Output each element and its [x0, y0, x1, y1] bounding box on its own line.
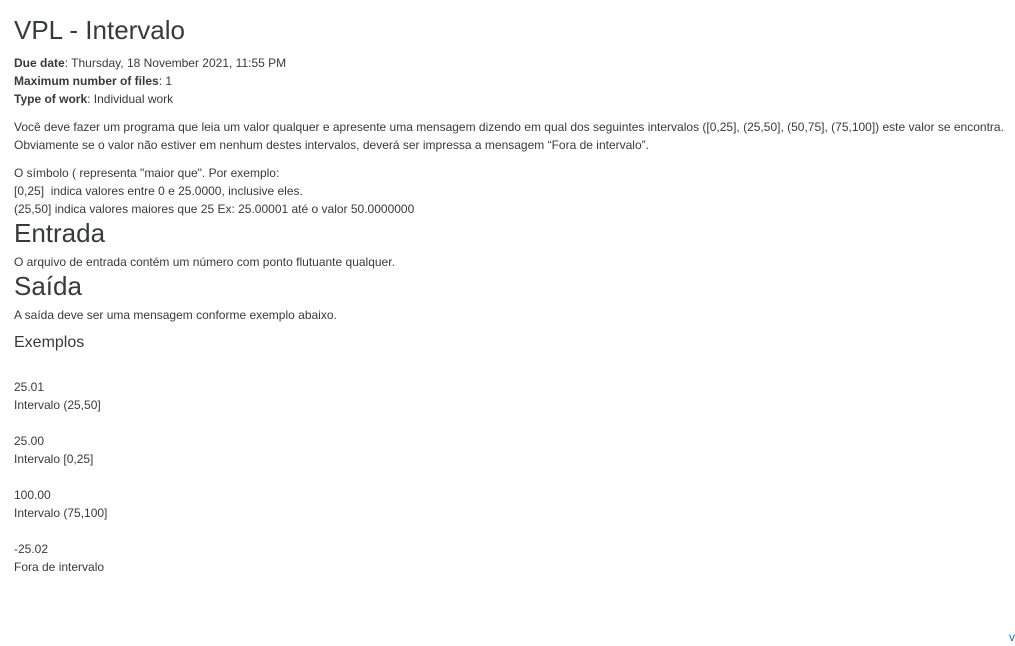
examples-heading: Exemplos: [14, 334, 85, 351]
max-files-line: Maximum number of files: 1: [14, 72, 1004, 90]
page-title: VPL - Intervalo: [14, 15, 186, 45]
example-output: Intervalo (75,100]: [14, 506, 108, 520]
example-output: Intervalo (25,50]: [14, 398, 101, 412]
example-item: -25.02 Fora de intervalo: [14, 540, 1004, 576]
work-type-label: Type of work: [14, 92, 88, 106]
max-files-value: : 1: [158, 74, 173, 88]
work-type-value: : Individual work: [87, 92, 174, 106]
description-paragraph: Você deve fazer um programa que leia um …: [14, 120, 1004, 152]
example-item: 25.01 Intervalo (25,50]: [14, 378, 1004, 414]
example-input: 25.00: [14, 434, 45, 448]
note-line: (25,50] indica valores maiores que 25 Ex…: [14, 202, 415, 216]
due-date-line: Due date: Thursday, 18 November 2021, 11…: [14, 54, 1004, 72]
scroll-indicator-icon[interactable]: v: [1009, 628, 1015, 646]
example-item: 100.00 Intervalo (75,100]: [14, 486, 1004, 522]
max-files-label: Maximum number of files: [14, 74, 159, 88]
due-date-label: Due date: [14, 56, 65, 70]
example-input: -25.02: [14, 542, 49, 556]
example-item: 25.00 Intervalo [0,25]: [14, 432, 1004, 468]
saida-text: A saída deve ser uma mensagem conforme e…: [14, 308, 337, 322]
due-date-value: : Thursday, 18 November 2021, 11:55 PM: [64, 56, 287, 70]
note-line: [0,25] indica valores entre 0 e 25.0000,…: [14, 184, 303, 198]
entrada-text: O arquivo de entrada contém um número co…: [14, 255, 395, 269]
assignment-meta: Due date: Thursday, 18 November 2021, 11…: [14, 54, 1004, 108]
saida-heading: Saída: [14, 271, 82, 301]
example-input: 25.01: [14, 380, 45, 394]
example-output: Intervalo [0,25]: [14, 452, 94, 466]
assignment-content: VPL - Intervalo Due date: Thursday, 18 N…: [14, 0, 1004, 594]
work-type-line: Type of work: Individual work: [14, 90, 1004, 108]
example-output: Fora de intervalo: [14, 560, 105, 574]
example-input: 100.00: [14, 488, 51, 502]
entrada-heading: Entrada: [14, 218, 106, 248]
note-line: O símbolo ( representa "maior que". Por …: [14, 166, 280, 180]
interval-notation-note: O símbolo ( representa "maior que". Por …: [14, 164, 1004, 218]
examples-list: 25.01 Intervalo (25,50] 25.00 Intervalo …: [14, 378, 1004, 576]
